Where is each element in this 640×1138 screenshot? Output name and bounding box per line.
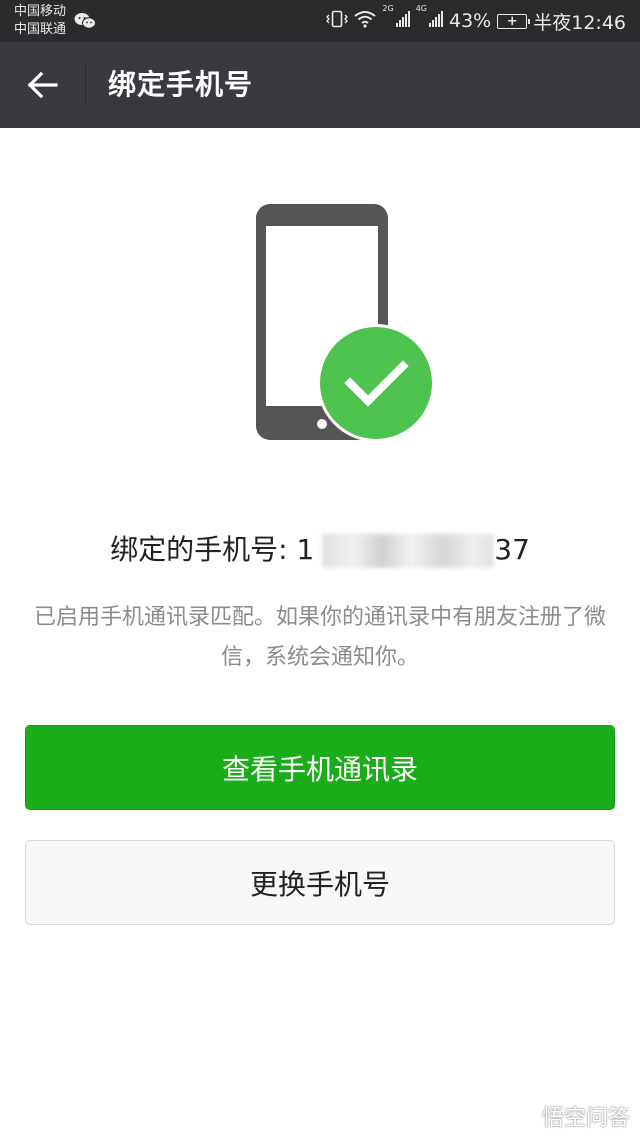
net-4g-label: 4G bbox=[415, 4, 427, 13]
signal-bars-icon bbox=[395, 11, 410, 27]
carrier-labels: 中国移动 中国联通 bbox=[14, 3, 66, 39]
masked-number bbox=[322, 534, 495, 568]
signal-2g: 2G bbox=[382, 4, 410, 32]
arrow-left-icon bbox=[27, 71, 58, 99]
watermark-text: 悟空问答 bbox=[541, 1106, 630, 1131]
vibrate-icon bbox=[326, 10, 349, 33]
carrier-2-label: 中国联通 bbox=[14, 22, 67, 37]
signal-bars-icon bbox=[428, 11, 443, 27]
contact-match-description: 已启用手机通讯录匹配。如果你的通讯录中有朋友注册了微信，系统会通知你。 bbox=[33, 605, 606, 670]
signal-4g: 4G bbox=[416, 4, 443, 32]
clock: 半夜12:46 bbox=[533, 11, 626, 34]
net-2g-label: 2G bbox=[382, 4, 394, 13]
app-bar-divider bbox=[85, 64, 86, 106]
page-title: 绑定手机号 bbox=[108, 68, 254, 101]
back-button[interactable] bbox=[18, 64, 66, 106]
bound-number-label: 绑定的手机号: bbox=[110, 533, 288, 566]
change-number-button[interactable]: 更换手机号 bbox=[25, 840, 615, 925]
bound-number-row: 绑定的手机号: 1 37 bbox=[0, 528, 640, 568]
battery-charging-icon: + bbox=[497, 13, 531, 29]
status-icons: 2G 4G 43% + 半夜12:46 bbox=[320, 0, 626, 42]
view-contacts-button[interactable]: 查看手机通讯录 bbox=[25, 725, 615, 810]
bound-number-start: 1 bbox=[296, 533, 315, 566]
app-bar: 绑定手机号 bbox=[0, 42, 640, 128]
phone-with-check-icon bbox=[250, 200, 440, 450]
bound-number-end: 37 bbox=[494, 533, 530, 566]
watermark: 悟空问答 bbox=[506, 1100, 630, 1132]
status-bar: 中国移动 中国联通 2G 4G 43% + 半夜12:46 bbox=[0, 0, 640, 42]
battery-percent: 43% bbox=[449, 10, 492, 32]
carrier-1-label: 中国移动 bbox=[14, 4, 67, 19]
wechat-notification-icon bbox=[74, 12, 96, 34]
wukong-logo-icon bbox=[506, 1104, 535, 1126]
wifi-icon bbox=[354, 10, 377, 33]
